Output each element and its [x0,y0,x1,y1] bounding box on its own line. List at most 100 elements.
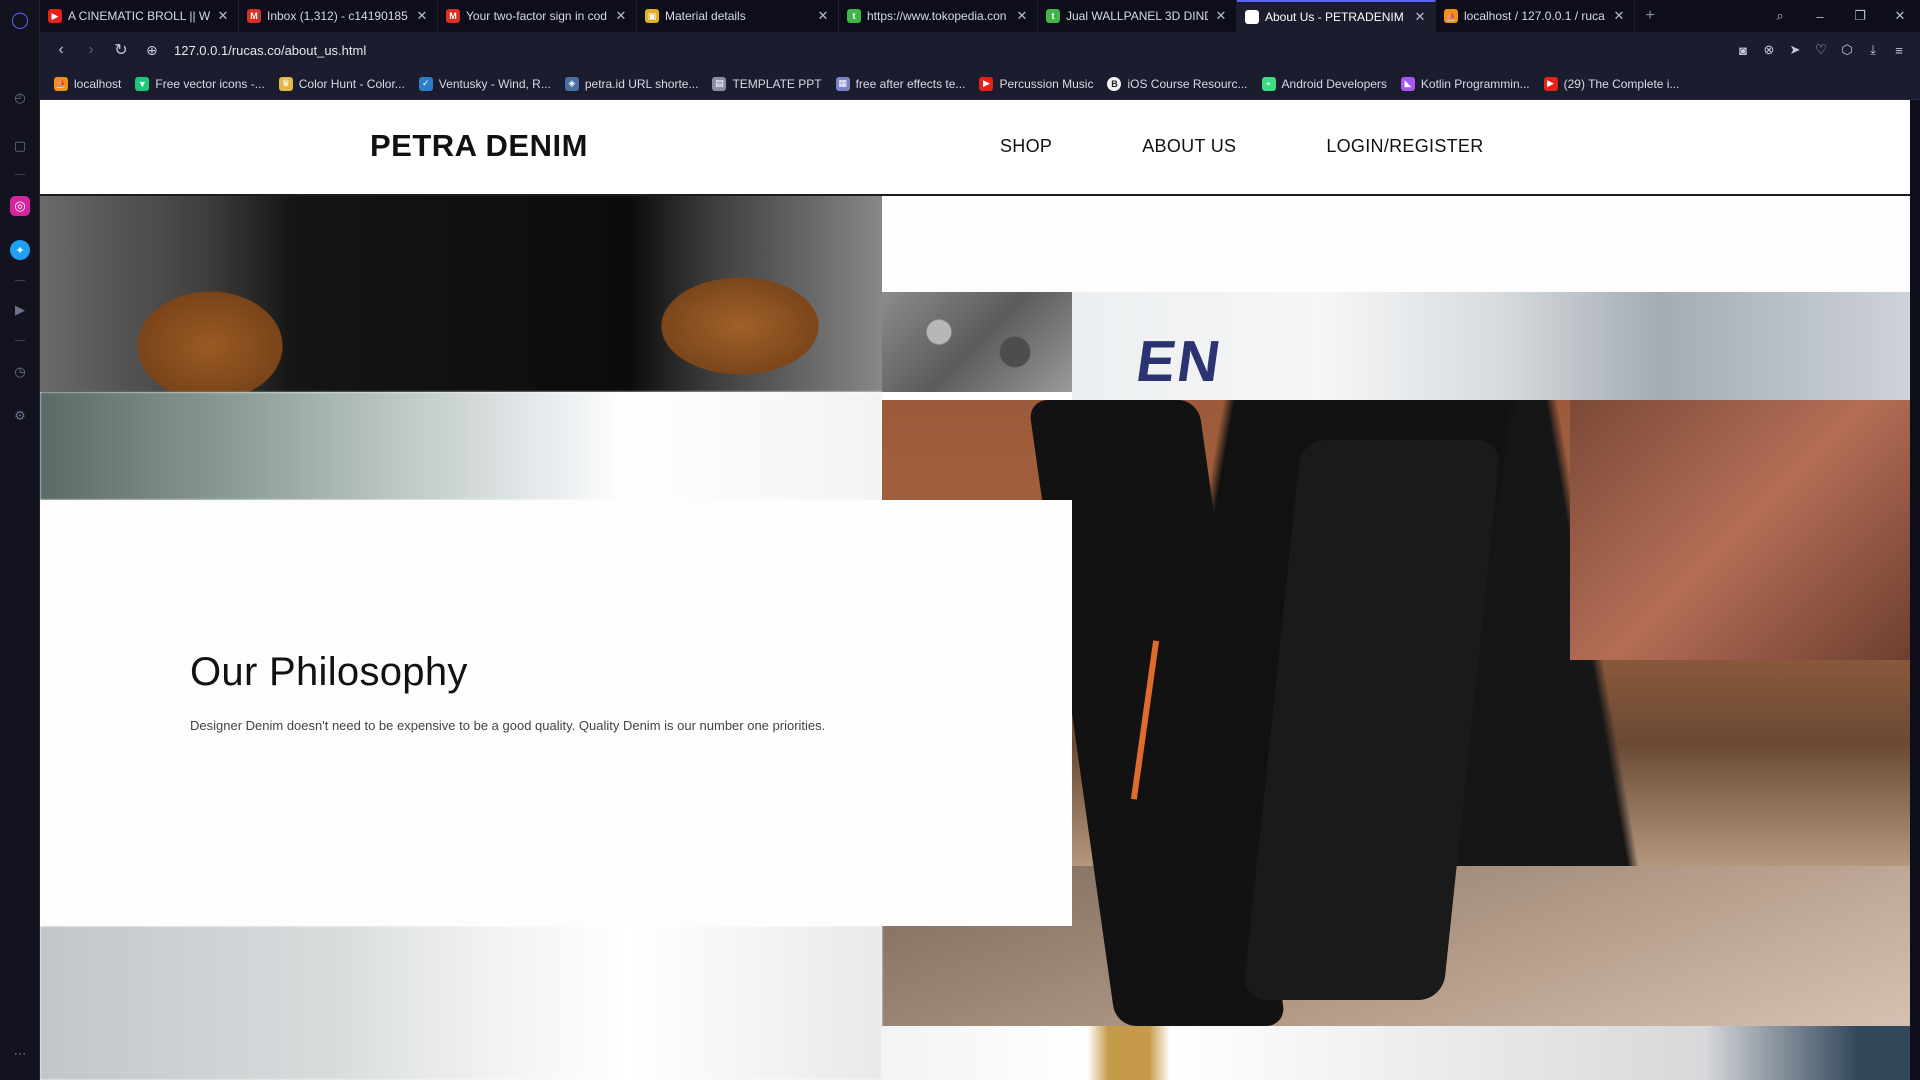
sidebar-divider [15,280,25,281]
address-tools: ◙ ⊗ ➤ ♡ ⬡ ⤓ ≡ [1730,42,1912,58]
minimize-icon[interactable]: – [1800,9,1840,24]
tab-title: A CINEMATIC BROLL || Wo [68,9,210,23]
tab[interactable]: t Jual WALLPANEL 3D DINDI ✕ [1038,0,1237,32]
forward-icon[interactable]: › [76,41,106,59]
back-icon[interactable]: ‹ [46,41,76,59]
ppt-icon: ▤ [712,76,727,91]
bookmark-item[interactable]: ▶ Percussion Music [979,76,1093,91]
bookmark-item[interactable]: ⛵ localhost [54,76,121,91]
concrete-photo [882,292,1072,392]
bookmark-item[interactable]: ▦ free after effects te... [835,76,965,91]
tab-title: https://www.tokopedia.con [867,9,1007,23]
flaticon-icon: ▼ [135,76,150,91]
tab[interactable]: t https://www.tokopedia.con ✕ [839,0,1038,32]
ventusky-icon: ✓ [418,76,433,91]
instagram-icon[interactable]: ◎ [10,196,30,216]
blurred-street-photo [40,392,882,500]
url-text[interactable]: 127.0.0.1/rucas.co/about_us.html [174,43,366,58]
bookmark-label: petra.id URL shorte... [584,76,699,91]
tab[interactable]: M Your two-factor sign in cod ✕ [438,0,637,32]
close-icon[interactable]: ✕ [614,8,628,24]
bookmark-label: Ventusky - Wind, R... [438,76,551,91]
tab-active[interactable]: About Us - PETRADENIM ✕ [1237,0,1436,32]
bookmarks-bar: ⛵ localhost ▼ Free vector icons -... ♛ Colo… [40,68,1920,100]
main-nav: SHOP ABOUT US LOGIN/REGISTER [1000,136,1574,157]
bookmark-item[interactable]: ◣ Kotlin Programmin... [1400,76,1530,91]
bookmark-label: TEMPLATE PPT [732,76,822,91]
player-icon[interactable]: ▶ [10,300,30,320]
bag-icon[interactable]: ▢ [10,136,30,156]
bookmark-item[interactable]: ▼ Free vector icons -... [135,76,265,91]
tokopedia-icon: t [1046,9,1060,23]
download-icon[interactable]: ⤓ [1860,42,1886,58]
philosophy-title: Our Philosophy [190,650,468,694]
reload-icon[interactable]: ↻ [106,40,136,60]
close-icon[interactable]: ✕ [1214,8,1228,24]
close-icon[interactable]: ✕ [1612,8,1626,24]
twitter-icon[interactable]: ✦ [10,240,30,260]
close-icon[interactable]: ✕ [415,8,429,24]
close-icon[interactable]: ✕ [216,8,230,24]
globe-icon: ⊕ [146,41,158,58]
menu-icon[interactable]: ≡ [1886,43,1912,58]
tab-title: Inbox (1,312) - c14190185 [267,9,408,23]
tab-bar: ▶ A CINEMATIC BROLL || Wo ✕ M Inbox (1,312)… [40,0,1920,32]
browser-sidebar: ◯ ◴ ▢ ◎ ✦ ▶ ◷ ⚙ ⋯ [0,0,40,1080]
close-icon[interactable]: ✕ [1413,9,1427,25]
page-scrollbar[interactable] [1910,100,1920,1080]
tab-title: Your two-factor sign in cod [466,9,607,23]
opera-logo-icon[interactable]: ◯ [10,10,30,30]
tokopedia-icon: t [847,9,861,23]
bookmark-label: Kotlin Programmin... [1420,76,1530,91]
nav-shop-link[interactable]: SHOP [1000,136,1052,157]
tab[interactable]: ▶ A CINEMATIC BROLL || Wo ✕ [40,0,239,32]
bookmark-item[interactable]: ✓ Ventusky - Wind, R... [418,76,551,91]
bookmark-label: iOS Course Resourc... [1127,76,1248,91]
tab[interactable]: M Inbox (1,312) - c14190185 ✕ [239,0,438,32]
bookmark-item[interactable]: ▤ TEMPLATE PPT [712,76,822,91]
site-header: PETRA DENIM SHOP ABOUT US LOGIN/REGISTER [40,100,1910,196]
bookmark-item[interactable]: ◓ Android Developers [1261,76,1387,91]
more-icon[interactable]: ⋯ [10,1044,30,1064]
nav-login-link[interactable]: LOGIN/REGISTER [1326,136,1483,157]
mural-wall [1570,400,1910,660]
sidebar-divider [15,340,25,341]
close-icon[interactable]: ✕ [1015,8,1029,24]
camera-icon[interactable]: ◙ [1730,43,1756,58]
watch-photo [882,1026,1910,1080]
site-logo[interactable]: PETRA DENIM [370,128,588,164]
white-panel [882,196,1910,292]
heart-icon[interactable]: ♡ [1808,42,1834,58]
close-icon[interactable]: ✕ [816,8,830,24]
cube-icon[interactable]: ⬡ [1834,42,1860,58]
shirt-print-text: EN [1132,329,1227,394]
send-icon[interactable]: ➤ [1782,42,1808,58]
bookmark-item[interactable]: BiOS Course Resourc... [1107,76,1248,91]
tab[interactable]: ⛵ localhost / 127.0.0.1 / ruca ✕ [1436,0,1635,32]
search-icon[interactable]: ⌕ [1760,8,1800,24]
adblock-icon[interactable]: ⊗ [1756,42,1782,58]
tab-title: Material details [665,9,746,23]
close-window-icon[interactable]: ✕ [1880,8,1920,24]
nav-about-link[interactable]: ABOUT US [1142,136,1236,157]
bookmark-label: Android Developers [1281,76,1387,91]
bookmark-item[interactable]: ◈ petra.id URL shorte... [564,76,699,91]
tab[interactable]: ▣ Material details ✕ [637,0,839,32]
settings-gear-icon[interactable]: ⚙ [10,406,30,426]
new-tab-button[interactable]: + [1635,0,1665,32]
bookmark-item[interactable]: ▶ (29) The Complete i... [1543,76,1679,91]
bookmark-item[interactable]: ♛ Color Hunt - Color... [278,76,405,91]
kotlin-icon: ◣ [1400,76,1415,91]
restore-icon[interactable]: ❐ [1840,8,1880,24]
web-page: PETRA DENIM SHOP ABOUT US LOGIN/REGISTER… [40,100,1910,1080]
bookmark-label: Free vector icons -... [155,76,265,91]
speed-dial-icon[interactable]: ◴ [10,88,30,108]
history-icon[interactable]: ◷ [10,362,30,382]
address-bar: ‹ › ↻ ⊕ 127.0.0.1/rucas.co/about_us.html… [40,32,1920,68]
youtube-icon: ▶ [1543,76,1558,91]
phpmyadmin-icon: ⛵ [1444,9,1458,23]
youtube-icon: ▶ [48,9,62,23]
jacket-photo [40,196,882,392]
gmail-icon: M [446,9,460,23]
url-field[interactable]: ⊕ 127.0.0.1/rucas.co/about_us.html [146,36,1730,64]
